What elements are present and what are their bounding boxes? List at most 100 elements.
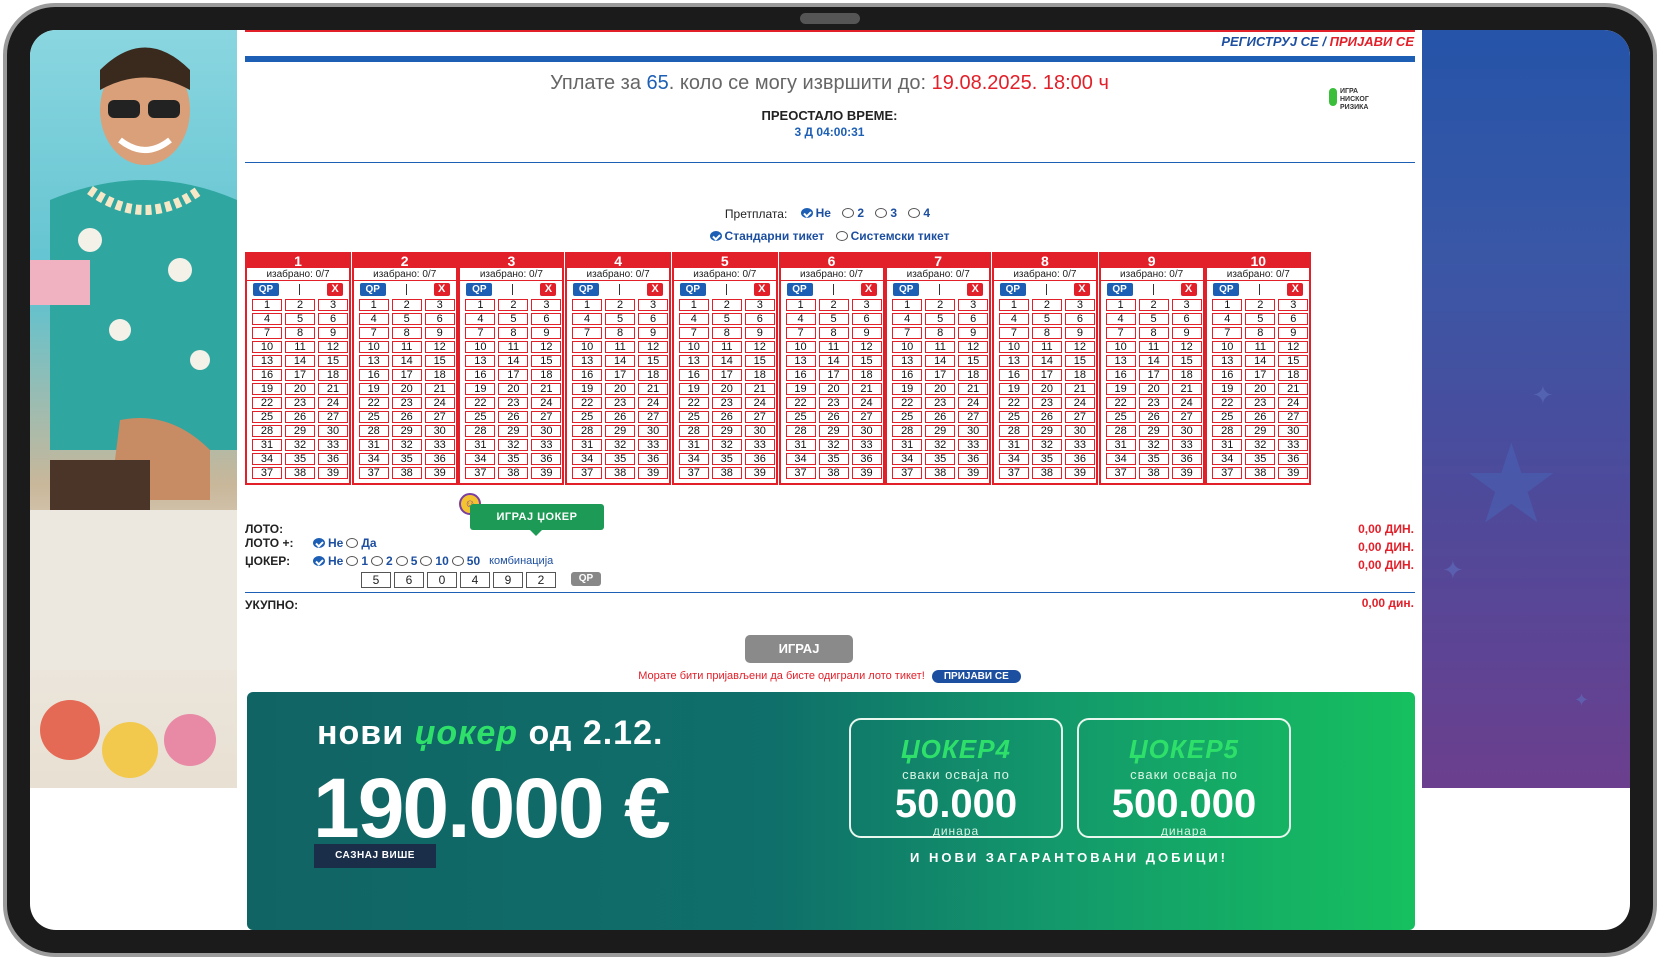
number-cell[interactable]: 27: [1278, 411, 1309, 423]
number-cell[interactable]: 8: [1031, 327, 1062, 339]
number-cell[interactable]: 23: [605, 397, 636, 409]
number-cell[interactable]: 30: [1064, 425, 1095, 437]
number-cell[interactable]: 23: [498, 397, 529, 409]
number-cell[interactable]: 4: [252, 313, 282, 325]
number-cell[interactable]: 7: [785, 327, 816, 339]
number-cell[interactable]: 2: [285, 299, 315, 311]
number-cell[interactable]: 3: [744, 299, 775, 311]
number-cell[interactable]: 6: [1064, 313, 1095, 325]
number-cell[interactable]: 33: [1064, 439, 1095, 451]
clear-board-button[interactable]: X: [1287, 283, 1304, 296]
number-cell[interactable]: 35: [498, 453, 529, 465]
number-cell[interactable]: 8: [1245, 327, 1276, 339]
number-cell[interactable]: 39: [638, 467, 669, 479]
number-cell[interactable]: 18: [1278, 369, 1309, 381]
number-cell[interactable]: 27: [424, 411, 455, 423]
number-cell[interactable]: 8: [711, 327, 742, 339]
number-cell[interactable]: 3: [1171, 299, 1202, 311]
radio-icon[interactable]: [346, 556, 359, 566]
number-cell[interactable]: 3: [958, 299, 989, 311]
number-cell[interactable]: 9: [744, 327, 775, 339]
number-cell[interactable]: 6: [318, 313, 348, 325]
number-cell[interactable]: 29: [818, 425, 849, 437]
number-cell[interactable]: 28: [358, 425, 389, 437]
number-cell[interactable]: 20: [1138, 383, 1169, 395]
number-cell[interactable]: 8: [498, 327, 529, 339]
radio-checked-icon[interactable]: [800, 208, 813, 218]
login-button[interactable]: ПРИЈАВИ СЕ: [931, 670, 1021, 683]
number-cell[interactable]: 21: [1064, 383, 1095, 395]
number-cell[interactable]: 14: [818, 355, 849, 367]
number-cell[interactable]: 1: [1212, 299, 1243, 311]
number-cell[interactable]: 20: [498, 383, 529, 395]
number-cell[interactable]: 20: [1245, 383, 1276, 395]
number-cell[interactable]: 6: [531, 313, 562, 325]
number-cell[interactable]: 37: [465, 467, 496, 479]
number-cell[interactable]: 9: [638, 327, 669, 339]
number-cell[interactable]: 29: [1245, 425, 1276, 437]
joker-option-no[interactable]: Не: [313, 554, 343, 568]
ticket-type-system[interactable]: Системски тикет: [835, 229, 949, 243]
number-cell[interactable]: 5: [1031, 313, 1062, 325]
number-cell[interactable]: 11: [605, 341, 636, 353]
number-cell[interactable]: 36: [1064, 453, 1095, 465]
number-cell[interactable]: 6: [1278, 313, 1309, 325]
number-cell[interactable]: 4: [785, 313, 816, 325]
number-cell[interactable]: 12: [1064, 341, 1095, 353]
number-cell[interactable]: 16: [252, 369, 282, 381]
number-cell[interactable]: 36: [638, 453, 669, 465]
number-cell[interactable]: 27: [1064, 411, 1095, 423]
number-cell[interactable]: 39: [1278, 467, 1309, 479]
number-cell[interactable]: 31: [785, 439, 816, 451]
clear-board-button[interactable]: X: [540, 283, 557, 296]
number-cell[interactable]: 10: [465, 341, 496, 353]
number-cell[interactable]: 7: [465, 327, 496, 339]
number-cell[interactable]: 35: [605, 453, 636, 465]
number-cell[interactable]: 4: [998, 313, 1029, 325]
quick-pick-button[interactable]: QP: [466, 283, 493, 296]
number-cell[interactable]: 12: [318, 341, 348, 353]
number-cell[interactable]: 38: [285, 467, 315, 479]
number-cell[interactable]: 24: [744, 397, 775, 409]
clear-board-button[interactable]: X: [1180, 283, 1197, 296]
number-cell[interactable]: 32: [285, 439, 315, 451]
number-cell[interactable]: 10: [252, 341, 282, 353]
number-cell[interactable]: 1: [678, 299, 709, 311]
quick-pick-button[interactable]: QP: [1213, 283, 1240, 296]
number-cell[interactable]: 9: [1064, 327, 1095, 339]
number-cell[interactable]: 7: [998, 327, 1029, 339]
number-cell[interactable]: 34: [998, 453, 1029, 465]
number-cell[interactable]: 36: [851, 453, 882, 465]
number-cell[interactable]: 19: [892, 383, 923, 395]
number-cell[interactable]: 11: [391, 341, 422, 353]
number-cell[interactable]: 15: [638, 355, 669, 367]
number-cell[interactable]: 25: [1105, 411, 1136, 423]
number-cell[interactable]: 1: [1105, 299, 1136, 311]
number-cell[interactable]: 27: [744, 411, 775, 423]
number-cell[interactable]: 29: [391, 425, 422, 437]
number-cell[interactable]: 13: [1105, 355, 1136, 367]
number-cell[interactable]: 25: [892, 411, 923, 423]
number-cell[interactable]: 38: [711, 467, 742, 479]
number-cell[interactable]: 36: [744, 453, 775, 465]
number-cell[interactable]: 34: [785, 453, 816, 465]
quick-pick-button[interactable]: QP: [359, 283, 386, 296]
number-cell[interactable]: 7: [1105, 327, 1136, 339]
number-cell[interactable]: 20: [818, 383, 849, 395]
number-cell[interactable]: 35: [711, 453, 742, 465]
number-cell[interactable]: 32: [818, 439, 849, 451]
number-cell[interactable]: 17: [818, 369, 849, 381]
number-cell[interactable]: 25: [998, 411, 1029, 423]
number-cell[interactable]: 23: [1031, 397, 1062, 409]
number-cell[interactable]: 9: [531, 327, 562, 339]
number-cell[interactable]: 39: [958, 467, 989, 479]
number-cell[interactable]: 22: [998, 397, 1029, 409]
joker-option-2[interactable]: 2: [371, 554, 393, 568]
number-cell[interactable]: 3: [531, 299, 562, 311]
number-cell[interactable]: 7: [892, 327, 923, 339]
number-cell[interactable]: 16: [1105, 369, 1136, 381]
number-cell[interactable]: 19: [1105, 383, 1136, 395]
play-joker-button[interactable]: ИГРАЈ ЏОКЕР: [470, 504, 604, 536]
number-cell[interactable]: 10: [358, 341, 389, 353]
number-cell[interactable]: 12: [1278, 341, 1309, 353]
